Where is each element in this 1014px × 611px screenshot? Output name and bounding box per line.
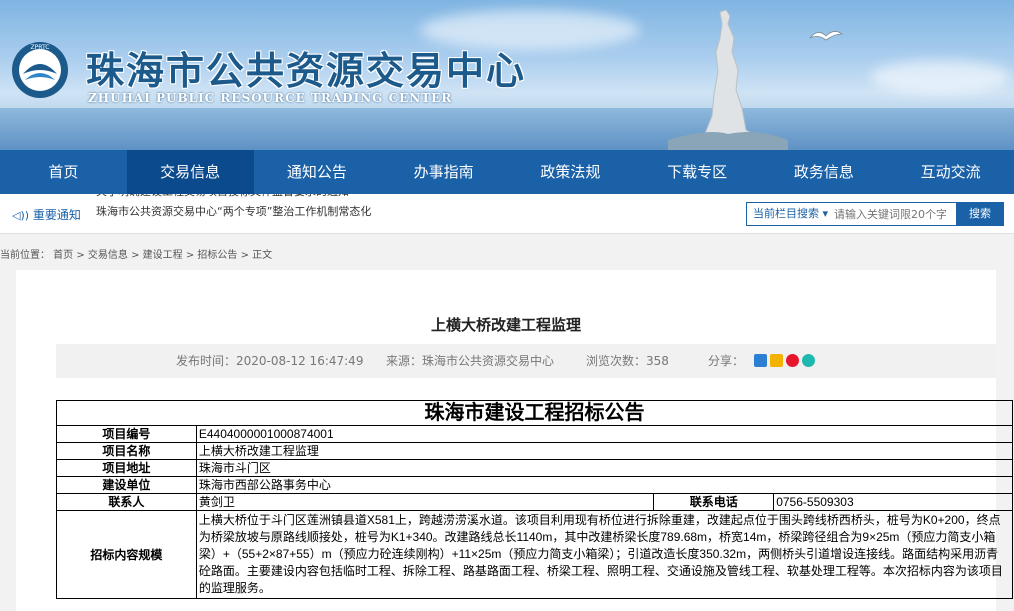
nav-trading-info[interactable]: 交易信息 (126, 150, 254, 194)
search-scope-select[interactable]: 当前栏目搜索 ▾ (747, 203, 834, 225)
publish-time: 发布时间：2020-08-12 16:47:49 (176, 354, 364, 368)
tender-notice-table: 珠海市建设工程招标公告 项目编号 E4404000001000874001 项目… (56, 400, 1014, 599)
speaker-icon: ◁)) (12, 209, 30, 222)
content-card: 上横大桥改建工程监理 发布时间：2020-08-12 16:47:49 来源：珠… (16, 270, 1014, 611)
share-favorite-icon[interactable] (770, 354, 783, 367)
nav-service-guide[interactable]: 办事指南 (380, 150, 507, 194)
search-input[interactable] (834, 203, 947, 225)
field-value: 上横大桥改建工程监理 (195, 442, 1014, 460)
table-row: 珠海市建设工程招标公告 (56, 400, 1013, 426)
table-caption: 珠海市建设工程招标公告 (56, 400, 1013, 426)
field-label: 联系电话 (653, 493, 775, 511)
table-row: 项目地址 珠海市斗门区 (56, 459, 1014, 477)
field-value: 珠海市西部公路事务中心 (195, 476, 1014, 494)
share-label: 分享： (708, 354, 745, 368)
field-value: 上横大桥位于斗门区莲洲镇县道X581上，跨越涝涝溪水道。该项目利用现有桥位进行拆… (195, 510, 1014, 599)
search-button[interactable]: 搜索 (956, 202, 1004, 226)
sea-backdrop (0, 108, 1014, 150)
field-label: 建设单位 (56, 476, 197, 494)
field-label: 招标内容规模 (56, 510, 197, 599)
nav-home[interactable]: 首页 (0, 150, 127, 194)
notice-ticker: 关于明确建设工程交易项目投标文件监督要求的通知 珠海市公共资源交易中心“两个专项… (96, 194, 426, 234)
view-count: 浏览次数：358 (586, 354, 669, 368)
article-title: 上横大桥改建工程监理 (430, 316, 581, 334)
cloud (870, 60, 1010, 94)
table-row: 招标内容规模 上横大桥位于斗门区莲洲镇县道X581上，跨越涝涝溪水道。该项目利用… (56, 510, 1014, 599)
article-source: 来源：珠海市公共资源交易中心 (386, 354, 555, 368)
logo-text: ZPRTC (31, 44, 50, 51)
field-label: 项目名称 (56, 442, 197, 460)
share-plus-icon[interactable] (754, 354, 767, 367)
statue-illustration (668, 9, 788, 150)
nav-downloads[interactable]: 下载专区 (634, 150, 761, 194)
field-label: 项目编号 (56, 425, 197, 443)
field-value: E4404000001000874001 (195, 425, 1014, 443)
site-title: 珠海市公共资源交易中心 (86, 48, 527, 93)
main-nav: 首页 交易信息 通知公告 办事指南 政策法规 下载专区 政务信息 互动交流 (0, 150, 1014, 194)
search-box: 当前栏目搜索 ▾ 搜索 (746, 202, 1004, 226)
share-tencent-icon[interactable] (802, 354, 815, 367)
table-row: 项目编号 E4404000001000874001 (56, 425, 1014, 443)
notice-item[interactable]: 珠海市公共资源交易中心“两个专项”整治工作机制常态化 (96, 202, 426, 222)
nav-interaction[interactable]: 互动交流 (887, 150, 1014, 194)
notice-label: ◁)) 重要通知 (12, 208, 81, 222)
article-meta: 发布时间：2020-08-12 16:47:49 来源：珠海市公共资源交易中心 … (56, 344, 996, 378)
field-value: 黄剑卫 (195, 493, 655, 511)
breadcrumb: 当前位置： 首页 > 交易信息 > 建设工程 > 招标公告 > 正文 (0, 250, 273, 261)
site-subtitle: ZHUHAI PUBLIC RESOURCE TRADING CENTER (88, 91, 453, 105)
field-label: 联系人 (56, 493, 197, 511)
header-banner: ZPRTC 珠海市公共资源交易中心 ZHUHAI PUBLIC RESOURCE… (0, 0, 1014, 150)
field-value: 珠海市斗门区 (195, 459, 1014, 477)
seagull-icon (809, 31, 844, 41)
table-row: 联系人 黄剑卫 联系电话 0756-5509303 (56, 493, 1013, 511)
table-row: 项目名称 上横大桥改建工程监理 (56, 442, 1014, 460)
site-logo[interactable]: ZPRTC (10, 40, 70, 100)
field-value: 0756-5509303 (773, 493, 1013, 511)
nav-announcements[interactable]: 通知公告 (254, 150, 381, 194)
notice-item[interactable]: 关于明确建设工程交易项目投标文件监督要求的通知 (96, 194, 426, 202)
field-label: 项目地址 (56, 459, 197, 477)
nav-policies[interactable]: 政策法规 (507, 150, 634, 194)
table-row: 建设单位 珠海市西部公路事务中心 (56, 476, 1014, 494)
nav-government-info[interactable]: 政务信息 (761, 150, 888, 194)
share-weibo-icon[interactable] (786, 354, 799, 367)
